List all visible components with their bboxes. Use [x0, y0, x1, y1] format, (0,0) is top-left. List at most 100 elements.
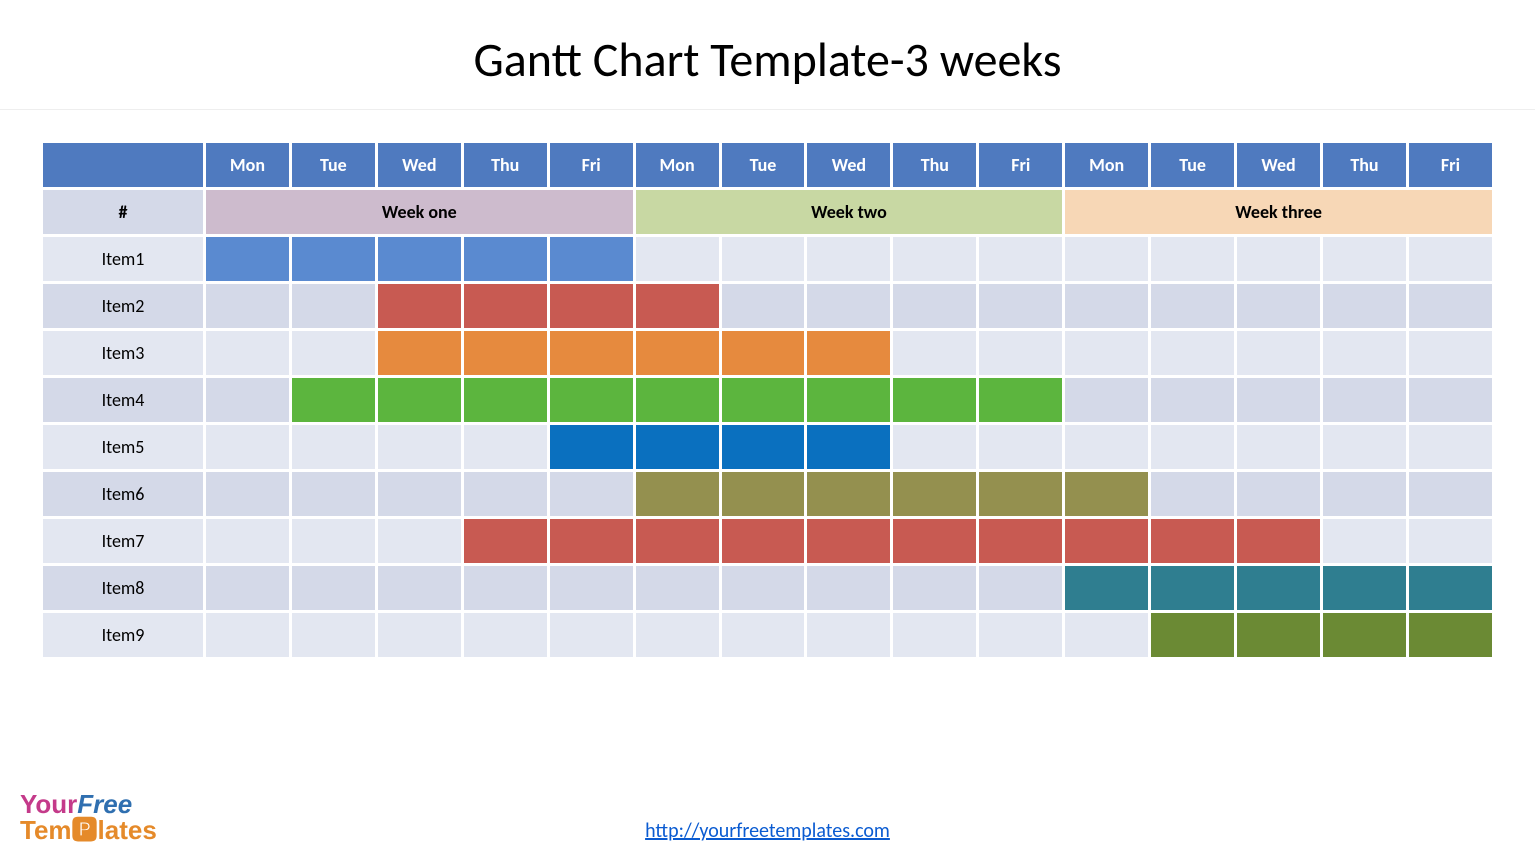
gantt-bar-cell	[636, 425, 719, 469]
gantt-empty-cell	[378, 472, 461, 516]
gantt-bar-cell	[979, 378, 1062, 422]
gantt-empty-cell	[1237, 331, 1320, 375]
gantt-bar-cell	[636, 472, 719, 516]
gantt-bar-cell	[1323, 566, 1406, 610]
gantt-empty-cell	[1323, 472, 1406, 516]
gantt-bar-cell	[1065, 519, 1148, 563]
header-day: Wed	[378, 143, 461, 187]
item-label: Item5	[43, 425, 203, 469]
gantt-bar-cell	[636, 378, 719, 422]
gantt-bar-cell	[1065, 566, 1148, 610]
gantt-bar-cell	[292, 378, 375, 422]
gantt-bar-cell	[1237, 613, 1320, 657]
gantt-empty-cell	[550, 566, 633, 610]
header-weeks-row: # Week oneWeek twoWeek three	[43, 190, 1492, 234]
gantt-bar-cell	[807, 331, 890, 375]
gantt-row: Item1	[43, 237, 1492, 281]
gantt-bar-cell	[893, 472, 976, 516]
header-day: Fri	[550, 143, 633, 187]
header-day: Wed	[1237, 143, 1320, 187]
gantt-bar-cell	[1237, 519, 1320, 563]
gantt-bar-cell	[378, 237, 461, 281]
gantt-empty-cell	[292, 519, 375, 563]
gantt-empty-cell	[636, 613, 719, 657]
gantt-empty-cell	[292, 284, 375, 328]
item-label: Item8	[43, 566, 203, 610]
gantt-empty-cell	[206, 472, 289, 516]
gantt-empty-cell	[464, 613, 547, 657]
header-day: Fri	[1409, 143, 1492, 187]
gantt-row: Item8	[43, 566, 1492, 610]
gantt-empty-cell	[636, 237, 719, 281]
gantt-empty-cell	[979, 284, 1062, 328]
gantt-empty-cell	[807, 566, 890, 610]
gantt-empty-cell	[550, 613, 633, 657]
gantt-empty-cell	[550, 472, 633, 516]
gantt-row: Item7	[43, 519, 1492, 563]
gantt-empty-cell	[1151, 378, 1234, 422]
header-hash: #	[43, 190, 203, 234]
gantt-empty-cell	[1237, 472, 1320, 516]
gantt-bar-cell	[550, 519, 633, 563]
gantt-empty-cell	[206, 425, 289, 469]
gantt-bar-cell	[1151, 519, 1234, 563]
gantt-bar-cell	[550, 331, 633, 375]
gantt-empty-cell	[893, 331, 976, 375]
gantt-bar-cell	[636, 519, 719, 563]
gantt-bar-cell	[807, 425, 890, 469]
gantt-empty-cell	[1323, 331, 1406, 375]
item-label: Item4	[43, 378, 203, 422]
gantt-empty-cell	[1409, 378, 1492, 422]
gantt-bar-cell	[550, 284, 633, 328]
gantt-bar-cell	[979, 472, 1062, 516]
gantt-bar-cell	[1151, 613, 1234, 657]
page-title: Gantt Chart Template-3 weeks	[0, 0, 1535, 109]
gantt-empty-cell	[1409, 284, 1492, 328]
gantt-empty-cell	[1151, 425, 1234, 469]
item-label: Item3	[43, 331, 203, 375]
gantt-empty-cell	[1409, 472, 1492, 516]
gantt-bar-cell	[722, 425, 805, 469]
header-blank	[43, 143, 203, 187]
gantt-empty-cell	[1409, 331, 1492, 375]
gantt-empty-cell	[1151, 331, 1234, 375]
gantt-empty-cell	[979, 566, 1062, 610]
gantt-body: Item1Item2Item3Item4Item5Item6Item7Item8…	[43, 237, 1492, 657]
header-day: Mon	[636, 143, 719, 187]
gantt-bar-cell	[636, 284, 719, 328]
gantt-empty-cell	[722, 284, 805, 328]
gantt-empty-cell	[206, 566, 289, 610]
gantt-empty-cell	[206, 284, 289, 328]
gantt-empty-cell	[1409, 519, 1492, 563]
header-day: Mon	[206, 143, 289, 187]
gantt-bar-cell	[550, 425, 633, 469]
gantt-bar-cell	[1409, 566, 1492, 610]
gantt-bar-cell	[292, 237, 375, 281]
header-day: Tue	[1151, 143, 1234, 187]
item-label: Item7	[43, 519, 203, 563]
gantt-empty-cell	[464, 425, 547, 469]
header-week: Week one	[206, 190, 633, 234]
gantt-empty-cell	[979, 331, 1062, 375]
gantt-empty-cell	[1065, 331, 1148, 375]
header-day: Mon	[1065, 143, 1148, 187]
gantt-bar-cell	[1237, 566, 1320, 610]
gantt-empty-cell	[464, 472, 547, 516]
gantt-empty-cell	[464, 566, 547, 610]
gantt-empty-cell	[636, 566, 719, 610]
gantt-row: Item4	[43, 378, 1492, 422]
divider	[0, 109, 1535, 110]
gantt-empty-cell	[893, 425, 976, 469]
gantt-empty-cell	[807, 237, 890, 281]
header-days-row: MonTueWedThuFriMonTueWedThuFriMonTueWedT…	[43, 143, 1492, 187]
gantt-empty-cell	[1409, 237, 1492, 281]
gantt-bar-cell	[636, 331, 719, 375]
footer-link-wrap: http://yourfreetemplates.com	[0, 819, 1535, 843]
gantt-empty-cell	[807, 284, 890, 328]
gantt-bar-cell	[893, 519, 976, 563]
gantt-empty-cell	[722, 613, 805, 657]
gantt-bar-cell	[893, 378, 976, 422]
gantt-row: Item3	[43, 331, 1492, 375]
footer-link[interactable]: http://yourfreetemplates.com	[645, 819, 890, 843]
gantt-empty-cell	[1323, 425, 1406, 469]
